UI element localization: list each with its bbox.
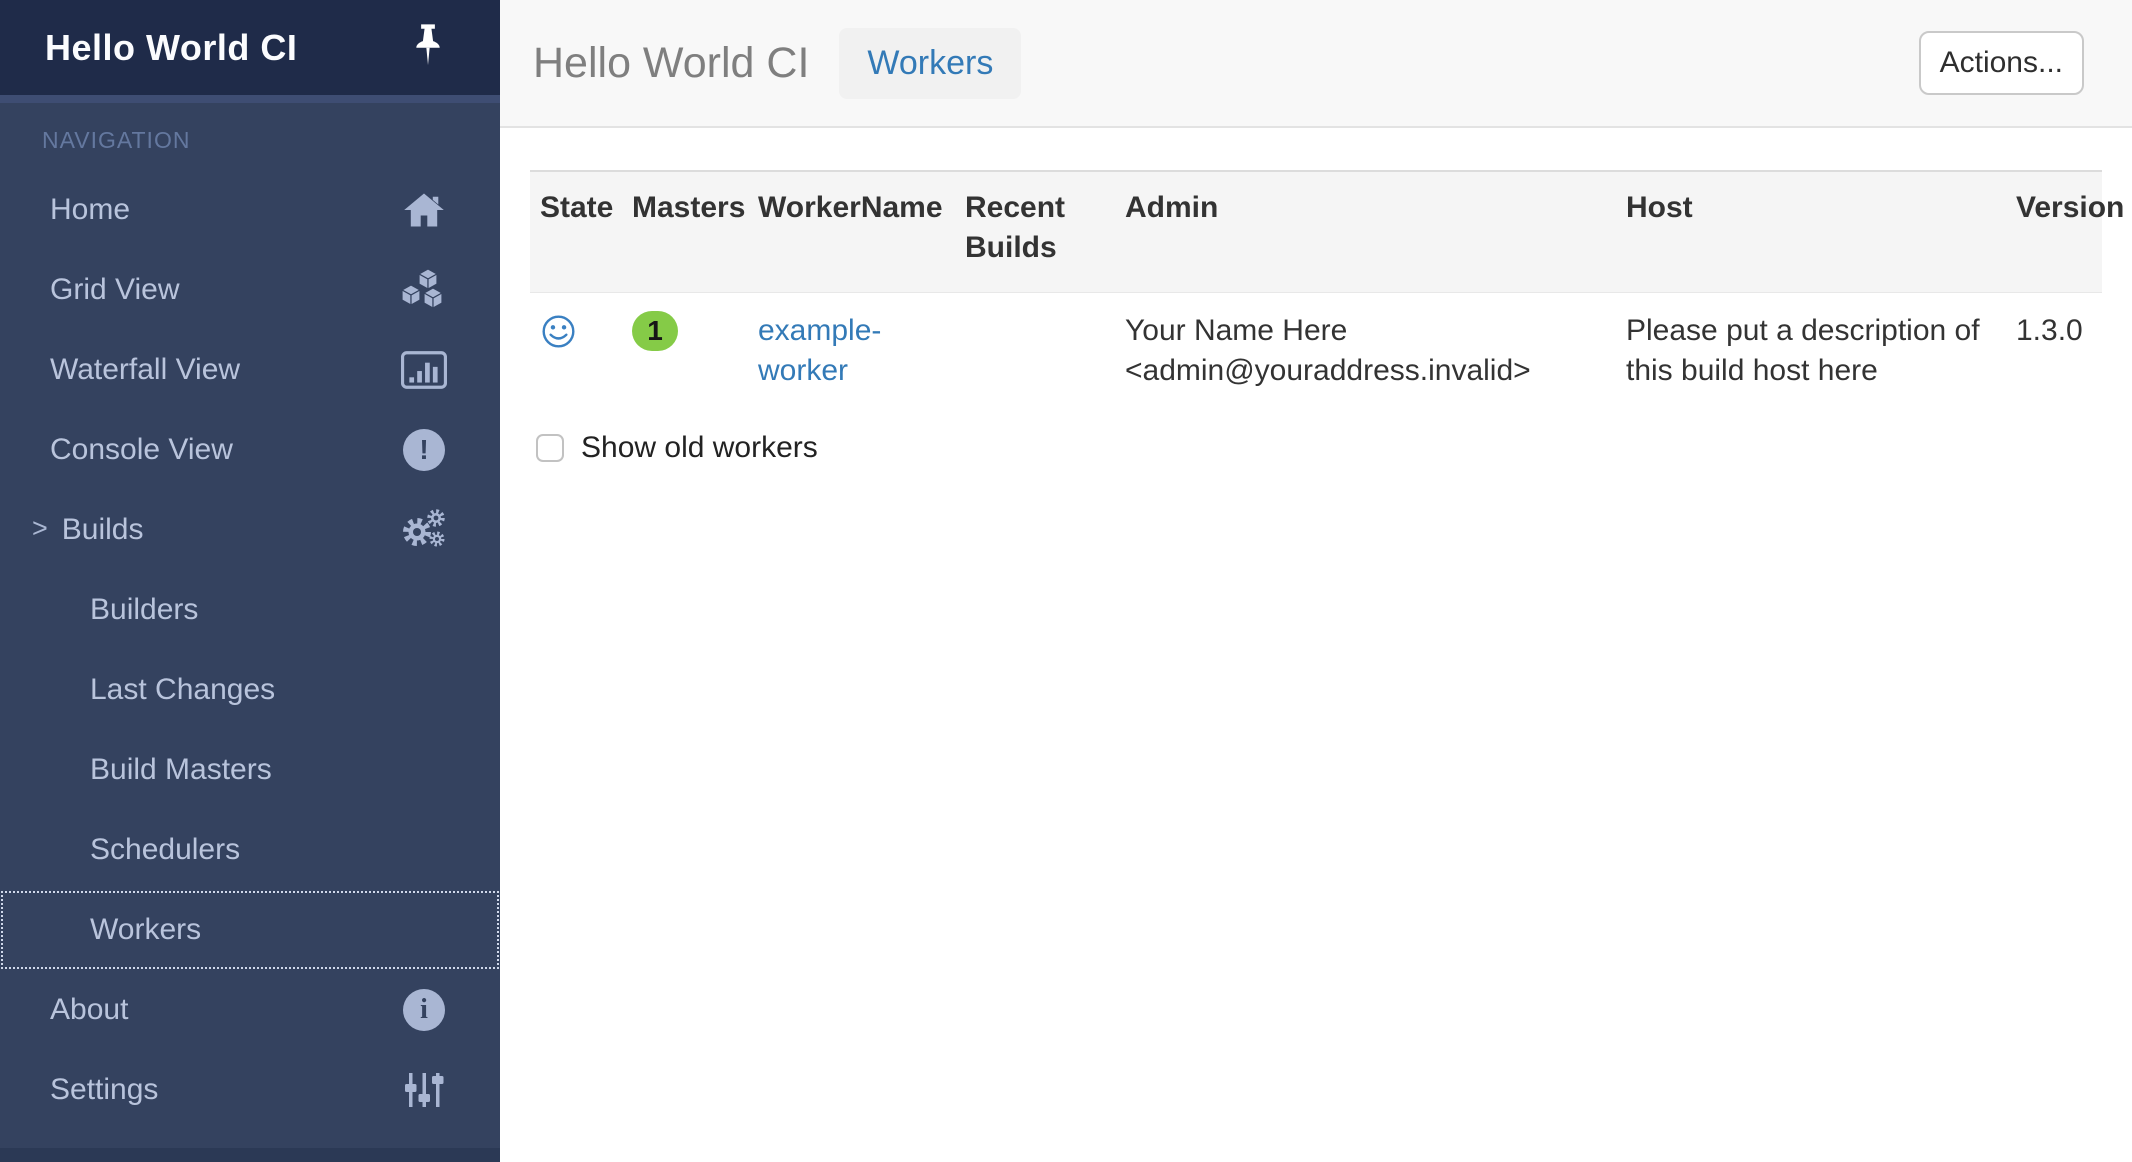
workers-table: State Masters WorkerName Recent Builds A…: [530, 170, 2102, 409]
pin-icon[interactable]: [411, 23, 445, 72]
sidebar-item-label: Workers: [90, 913, 201, 947]
bar-chart-icon: [400, 346, 448, 394]
worker-version-cell: 1.3.0: [2006, 293, 2102, 410]
sidebar-item-workers[interactable]: Workers: [0, 890, 500, 970]
sidebar-item-builds[interactable]: > Builds: [0, 490, 500, 570]
sidebar-item-grid-view[interactable]: Grid View: [0, 250, 500, 330]
column-header-host: Host: [1616, 171, 2006, 293]
sidebar-item-label: About: [50, 993, 128, 1027]
home-icon: [400, 186, 448, 234]
column-header-state: State: [530, 171, 622, 293]
sidebar-item-label: Builds: [62, 513, 144, 547]
sidebar-item-label: Waterfall View: [50, 353, 240, 387]
column-header-masters: Masters: [622, 171, 748, 293]
worker-recent-builds-cell: [955, 293, 1115, 410]
nav-section-label: NAVIGATION: [42, 127, 500, 159]
worker-admin-cell: Your Name Here <admin@youraddress.invali…: [1115, 293, 1616, 410]
sidebar-accent-strip: [0, 95, 500, 103]
content: State Masters WorkerName Recent Builds A…: [500, 170, 2132, 465]
sidebar-item-label: Grid View: [50, 273, 180, 307]
sidebar-item-label: Console View: [50, 433, 233, 467]
sidebar-item-about[interactable]: About: [0, 970, 500, 1050]
sidebar-item-label: Builders: [90, 593, 198, 627]
app-title: Hello World CI: [45, 27, 297, 69]
show-old-workers-toggle[interactable]: Show old workers: [530, 431, 2102, 465]
actions-button[interactable]: Actions...: [1919, 31, 2084, 95]
column-header-admin: Admin: [1115, 171, 1616, 293]
sidebar-footer-strip: [0, 1148, 500, 1162]
table-row: 1 example-worker Your Name Here <admin@y…: [530, 293, 2102, 410]
cogs-icon: [400, 506, 448, 554]
sidebar-item-build-masters[interactable]: Build Masters: [0, 730, 500, 810]
sidebar-item-waterfall-view[interactable]: Waterfall View: [0, 330, 500, 410]
sidebar-item-settings[interactable]: Settings: [0, 1050, 500, 1130]
page-header: Hello World CI Workers Actions...: [500, 0, 2132, 128]
chevron-right-icon: >: [32, 513, 48, 544]
sidebar-item-console-view[interactable]: Console View: [0, 410, 500, 490]
worker-name-cell: example-worker: [748, 293, 955, 410]
show-old-workers-label: Show old workers: [581, 431, 818, 465]
masters-count-badge[interactable]: 1: [632, 311, 678, 351]
worker-masters-cell: 1: [622, 293, 748, 410]
smiley-ok-icon: [540, 313, 577, 350]
sidebar-item-label: Build Masters: [90, 753, 272, 787]
sidebar-item-builders[interactable]: Builders: [0, 570, 500, 650]
nav: Home Grid View: [0, 170, 500, 1130]
sliders-icon: [400, 1066, 448, 1114]
sidebar-item-label: Last Changes: [90, 673, 275, 707]
sidebar-header: Hello World CI: [0, 0, 500, 95]
sidebar-item-last-changes[interactable]: Last Changes: [0, 650, 500, 730]
sidebar: Hello World CI NAVIGATION Home Grid View: [0, 0, 500, 1162]
worker-name-link[interactable]: example-worker: [758, 314, 881, 387]
sidebar-item-label: Settings: [50, 1073, 158, 1107]
column-header-version: Version: [2006, 171, 2102, 293]
exclamation-circle-icon: [400, 426, 448, 474]
table-header-row: State Masters WorkerName Recent Builds A…: [530, 171, 2102, 293]
breadcrumb-workers-chip[interactable]: Workers: [839, 28, 1021, 99]
main-area: Hello World CI Workers Actions... State …: [500, 0, 2132, 1162]
sidebar-item-label: Schedulers: [90, 833, 240, 867]
worker-host-cell: Please put a description of this build h…: [1616, 293, 2006, 410]
sidebar-item-schedulers[interactable]: Schedulers: [0, 810, 500, 890]
cubes-icon: [400, 266, 448, 314]
sidebar-item-label: Home: [50, 193, 130, 227]
info-circle-icon: [400, 986, 448, 1034]
column-header-workername: WorkerName: [748, 171, 955, 293]
column-header-recent-builds: Recent Builds: [955, 171, 1115, 293]
show-old-workers-checkbox[interactable]: [536, 434, 564, 462]
worker-state-cell: [530, 293, 622, 410]
page-title: Hello World CI: [533, 39, 809, 88]
sidebar-item-home[interactable]: Home: [0, 170, 500, 250]
